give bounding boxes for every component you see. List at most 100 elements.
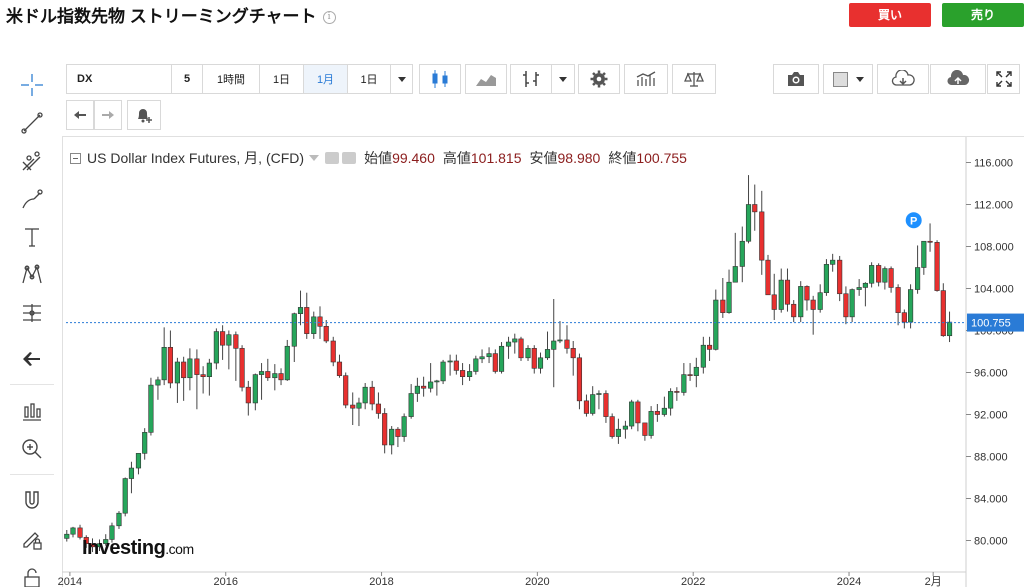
- candle-down: [810, 295, 816, 335]
- candle-body: [843, 293, 849, 318]
- close-label: 終値: [608, 150, 637, 166]
- candle-body: [428, 381, 434, 389]
- candle-up: [128, 461, 135, 494]
- candle-down: [635, 399, 641, 432]
- candle-body: [635, 401, 641, 424]
- candle-body: [401, 416, 407, 437]
- candle-body: [317, 316, 323, 327]
- candle-down: [674, 387, 680, 401]
- candle-up: [122, 477, 128, 517]
- candle-down: [603, 390, 609, 423]
- candle-body: [946, 321, 953, 337]
- candle-body: [583, 400, 590, 414]
- candle-up: [745, 175, 752, 244]
- candle-up: [856, 279, 862, 296]
- candle-body: [206, 362, 212, 377]
- candle-down: [720, 278, 726, 318]
- candle-body: [239, 348, 245, 388]
- candle-up: [882, 266, 888, 290]
- candle-down: [895, 284, 901, 326]
- candle-up: [155, 376, 161, 400]
- chevron-down-icon[interactable]: [309, 155, 320, 161]
- candle-up: [668, 388, 674, 416]
- logo-brand: Investing: [82, 537, 166, 559]
- candle-body: [304, 307, 310, 334]
- candle-up: [174, 357, 180, 403]
- candle-down: [343, 372, 349, 409]
- candle-body: [245, 386, 251, 404]
- candle-body: [537, 357, 544, 369]
- candle-down: [576, 353, 583, 410]
- candle-up: [615, 418, 621, 444]
- candle-body: [258, 371, 265, 375]
- y-tick-label: 88.000: [974, 452, 1008, 464]
- candle-up: [629, 399, 635, 430]
- close-value: 100.755: [636, 150, 687, 166]
- candle-body: [576, 357, 583, 402]
- candle-down: [837, 255, 843, 302]
- settings-small-icon[interactable]: [342, 152, 357, 164]
- candle-body: [908, 289, 914, 323]
- candle-body: [609, 416, 615, 437]
- candle-down: [752, 184, 758, 231]
- investing-logo: Investing.com: [82, 537, 194, 560]
- x-tick-label: 2024: [837, 576, 861, 587]
- candle-up: [798, 281, 804, 323]
- candle-down: [492, 349, 498, 374]
- candle-body: [915, 267, 921, 290]
- logo-domain: .com: [165, 541, 194, 557]
- candle-down: [901, 309, 907, 329]
- candle-body: [706, 344, 713, 350]
- candle-up: [142, 428, 148, 460]
- candle-body: [681, 374, 687, 393]
- candle-up: [479, 349, 485, 364]
- y-tick-label: 84.000: [974, 494, 1008, 506]
- candle-up: [726, 269, 732, 314]
- candle-up: [401, 413, 407, 442]
- candle-body: [389, 428, 395, 446]
- candle-body: [629, 401, 635, 427]
- candle-body: [823, 264, 830, 294]
- candle-body: [356, 402, 362, 409]
- candle-down: [233, 331, 239, 381]
- candle-body: [278, 373, 284, 381]
- candle-body: [564, 339, 570, 349]
- candle-body: [447, 360, 453, 363]
- candle-body: [590, 394, 596, 414]
- candle-body: [693, 366, 699, 376]
- candle-body: [220, 331, 226, 346]
- candle-down: [336, 354, 343, 378]
- visibility-icon[interactable]: [325, 152, 340, 164]
- candle-body: [350, 404, 356, 409]
- candle-body: [654, 411, 660, 415]
- candle-up: [213, 328, 219, 370]
- candle-down: [927, 223, 933, 252]
- candle-up: [272, 364, 278, 391]
- candle-up: [297, 290, 304, 326]
- candle-down: [323, 320, 329, 344]
- page: 米ドル指数先物 ストリーミングチャート i 買い 売り DX 5 1時間 1日 …: [0, 0, 1024, 587]
- collapse-icon[interactable]: [70, 152, 81, 164]
- candle-body: [732, 266, 738, 283]
- candle-down: [350, 392, 356, 425]
- candle-up: [596, 390, 602, 410]
- candle-body: [882, 268, 888, 283]
- candle-body: [817, 292, 823, 310]
- y-tick-label: 92.000: [974, 410, 1008, 422]
- candle-up: [525, 345, 531, 361]
- candle-down: [804, 285, 810, 311]
- candle-body: [531, 348, 537, 369]
- open-value: 99.460: [392, 150, 435, 166]
- candle-up: [778, 268, 784, 313]
- candle-body: [128, 467, 135, 479]
- candle-body: [272, 373, 278, 379]
- x-tick-label: 2016: [213, 576, 237, 587]
- candle-up: [252, 373, 258, 411]
- candle-down: [531, 345, 537, 374]
- candle-body: [414, 385, 420, 394]
- candle-up: [70, 526, 76, 538]
- candle-body: [804, 286, 810, 301]
- candle-body: [544, 349, 551, 359]
- candle-up: [849, 288, 855, 323]
- price-chart: 116.000112.000108.000104.000100.00096.00…: [58, 137, 1024, 587]
